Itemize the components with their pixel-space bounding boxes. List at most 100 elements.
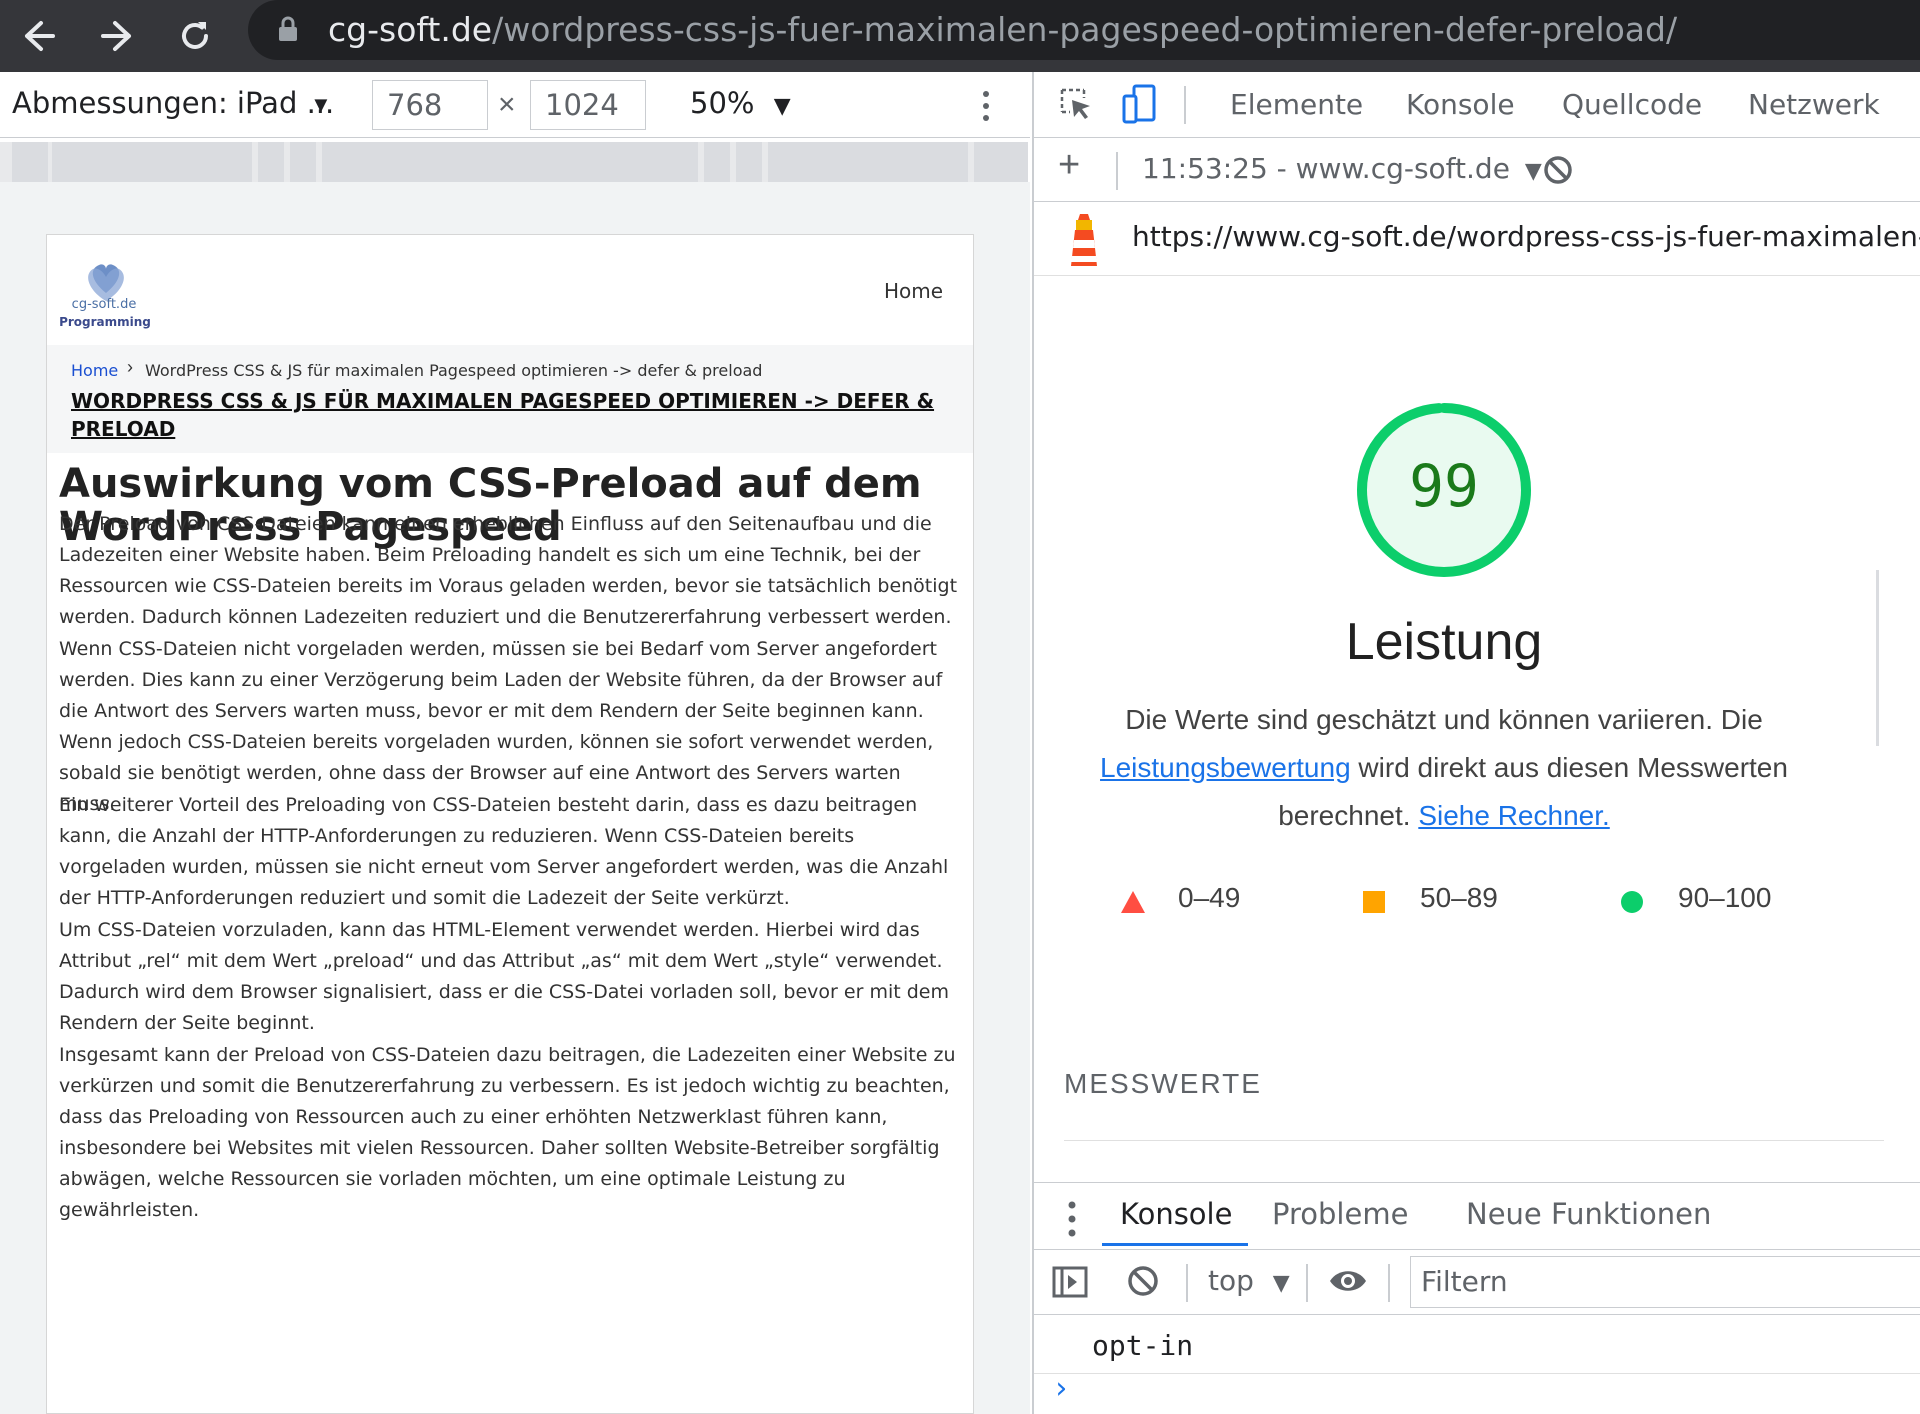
logo-subtext: Programming — [59, 315, 151, 329]
inspect-element-icon[interactable] — [1058, 86, 1094, 122]
legend-fail-range: 0–49 — [1178, 882, 1241, 913]
dimensions-select[interactable]: Abmessungen: iPad ... — [12, 86, 334, 120]
metrics-section-title: MESSWERTE — [1064, 1068, 1262, 1099]
article-paragraph: Insgesamt kann der Preload von CSS-Datei… — [59, 1044, 956, 1221]
browser-toolbar: cg-soft.de/wordpress-css-js-fuer-maximal… — [0, 0, 1920, 72]
forward-button[interactable] — [82, 0, 152, 72]
calculator-link[interactable]: Siehe Rechner. — [1418, 800, 1609, 831]
ruler-segment[interactable] — [768, 142, 968, 182]
toolbar-divider — [1116, 152, 1118, 190]
scrollbar-thumb[interactable] — [1876, 570, 1879, 746]
active-tab-indicator — [1102, 1243, 1248, 1246]
console-sidebar-icon[interactable] — [1052, 1264, 1088, 1300]
legend-average-range: 50–89 — [1420, 882, 1498, 913]
report-dropdown-icon: ▼ — [1524, 159, 1542, 184]
zoom-dropdown-icon: ▼ — [773, 94, 791, 119]
console-drawer: Konsole Probleme Neue Funktionen top ▼ F… — [1034, 1182, 1920, 1414]
clear-reports-icon[interactable] — [1542, 154, 1574, 186]
new-report-button[interactable]: + — [1058, 144, 1080, 187]
context-label: top — [1208, 1264, 1254, 1297]
breadcrumb-chevron-icon: › — [127, 357, 133, 377]
breadcrumb-current: WordPress CSS & JS für maximalen Pagespe… — [145, 361, 763, 380]
drawer-tab-console[interactable]: Konsole — [1120, 1197, 1232, 1231]
tab-network[interactable]: Netzwerk — [1748, 88, 1880, 121]
performance-score-value: 99 — [1409, 452, 1479, 520]
more-options-icon[interactable] — [976, 88, 996, 124]
average-square-icon — [1363, 891, 1385, 913]
report-select[interactable]: 11:53:25 - www.cg-soft.de ▼ — [1142, 152, 1542, 185]
dimension-separator: × — [498, 88, 516, 121]
reload-button[interactable] — [160, 0, 230, 72]
article-paragraph: Ein weiterer Vorteil des Preloading von … — [59, 794, 949, 909]
reload-icon — [182, 22, 208, 49]
emulated-page: cg-soft.de Programming Home Home › WordP… — [46, 234, 974, 1414]
console-message-divider — [1034, 1373, 1920, 1374]
console-toolbar: top ▼ Filtern — [1034, 1249, 1920, 1315]
tab-sources[interactable]: Quellcode — [1562, 88, 1702, 121]
drawer-tab-issues[interactable]: Probleme — [1272, 1197, 1408, 1231]
fail-triangle-icon — [1121, 891, 1145, 913]
device-toolbar: Abmessungen: iPad ... ▼ 768 × 1024 50% ▼ — [0, 72, 1030, 138]
report-url: https://www.cg-soft.de/wordpress-css-js-… — [1132, 220, 1920, 253]
ruler-segment[interactable] — [52, 142, 252, 182]
breadcrumb: Home › WordPress CSS & JS für maximalen … — [47, 345, 973, 453]
toolbar-divider — [1184, 86, 1186, 124]
url-host: cg-soft.de — [328, 10, 493, 49]
eye-icon[interactable] — [1328, 1266, 1368, 1296]
devtools-tabbar: Elemente Konsole Quellcode Netzwerk — [1034, 72, 1920, 138]
arrow-left-icon — [25, 21, 55, 51]
address-bar[interactable]: cg-soft.de/wordpress-css-js-fuer-maximal… — [248, 0, 1920, 60]
article-paragraph: Um CSS-Dateien vorzuladen, kann das HTML… — [59, 919, 949, 1034]
dimensions-label: Abmessungen: iPad ... — [12, 86, 335, 120]
lighthouse-url-bar: https://www.cg-soft.de/wordpress-css-js-… — [1034, 202, 1920, 276]
arrow-right-icon — [101, 21, 131, 51]
toolbar-divider — [1388, 1264, 1390, 1302]
lighthouse-toolbar: + 11:53:25 - www.cg-soft.de ▼ — [1034, 138, 1920, 202]
media-query-ruler[interactable] — [0, 142, 1028, 182]
device-toggle-icon[interactable] — [1122, 84, 1158, 124]
drawer-tab-whats-new[interactable]: Neue Funktionen — [1466, 1197, 1711, 1231]
console-message: opt-in — [1092, 1329, 1194, 1362]
ruler-segment[interactable] — [290, 142, 316, 182]
site-nav-home-link[interactable]: Home — [884, 279, 943, 303]
clear-console-icon[interactable] — [1126, 1264, 1160, 1298]
zoom-select[interactable]: 50% ▼ — [690, 86, 791, 120]
tab-console[interactable]: Konsole — [1406, 88, 1515, 121]
lighthouse-icon — [1071, 214, 1097, 266]
performance-scoring-link[interactable]: Leistungsbewertung — [1100, 752, 1351, 783]
legend-pass-range: 90–100 — [1678, 882, 1772, 913]
ruler-segment[interactable] — [736, 142, 762, 182]
zoom-label: 50% — [690, 86, 755, 120]
metrics-divider — [1064, 1140, 1884, 1141]
context-dropdown-icon: ▼ — [1272, 1271, 1290, 1296]
ruler-segment[interactable] — [322, 142, 698, 182]
console-prompt-icon[interactable]: › — [1052, 1371, 1070, 1406]
category-description: Die Werte sind geschätzt und können vari… — [1084, 696, 1804, 840]
back-button[interactable] — [4, 0, 74, 72]
breadcrumb-home-link[interactable]: Home — [71, 361, 118, 380]
ruler-segment[interactable] — [974, 142, 1028, 182]
context-select[interactable]: top ▼ — [1208, 1264, 1290, 1297]
article-paragraph: Der Preload von CSS-Dateien kann einen e… — [59, 513, 958, 628]
category-title: Leistung — [1345, 613, 1543, 671]
ruler-segment[interactable] — [12, 142, 48, 182]
toolbar-divider — [1186, 1264, 1188, 1302]
url-text[interactable]: cg-soft.de/wordpress-css-js-fuer-maximal… — [328, 8, 1677, 52]
toolbar-divider — [1306, 1264, 1308, 1302]
pass-circle-icon — [1621, 891, 1643, 913]
report-select-label: 11:53:25 - www.cg-soft.de — [1142, 152, 1510, 185]
lock-icon[interactable] — [278, 16, 298, 42]
width-input[interactable]: 768 — [372, 80, 488, 130]
devtools-panel: Elemente Konsole Quellcode Netzwerk + 11… — [1032, 72, 1920, 1414]
console-filter-input[interactable]: Filtern — [1410, 1256, 1920, 1308]
description-text: Die Werte sind geschätzt und können vari… — [1125, 704, 1763, 735]
height-input[interactable]: 1024 — [530, 80, 646, 130]
dimensions-dropdown-icon[interactable]: ▼ — [310, 92, 332, 118]
url-path: /wordpress-css-js-fuer-maximalen-pagespe… — [492, 10, 1678, 49]
ruler-segment[interactable] — [258, 142, 284, 182]
tab-elements[interactable]: Elemente — [1230, 88, 1363, 121]
drawer-more-icon[interactable] — [1066, 1199, 1078, 1239]
post-title-link[interactable]: WORDPRESS CSS & JS FÜR MAXIMALEN PAGESPE… — [71, 387, 951, 443]
ruler-segment[interactable] — [704, 142, 730, 182]
logo-text: cg-soft.de — [71, 297, 137, 312]
